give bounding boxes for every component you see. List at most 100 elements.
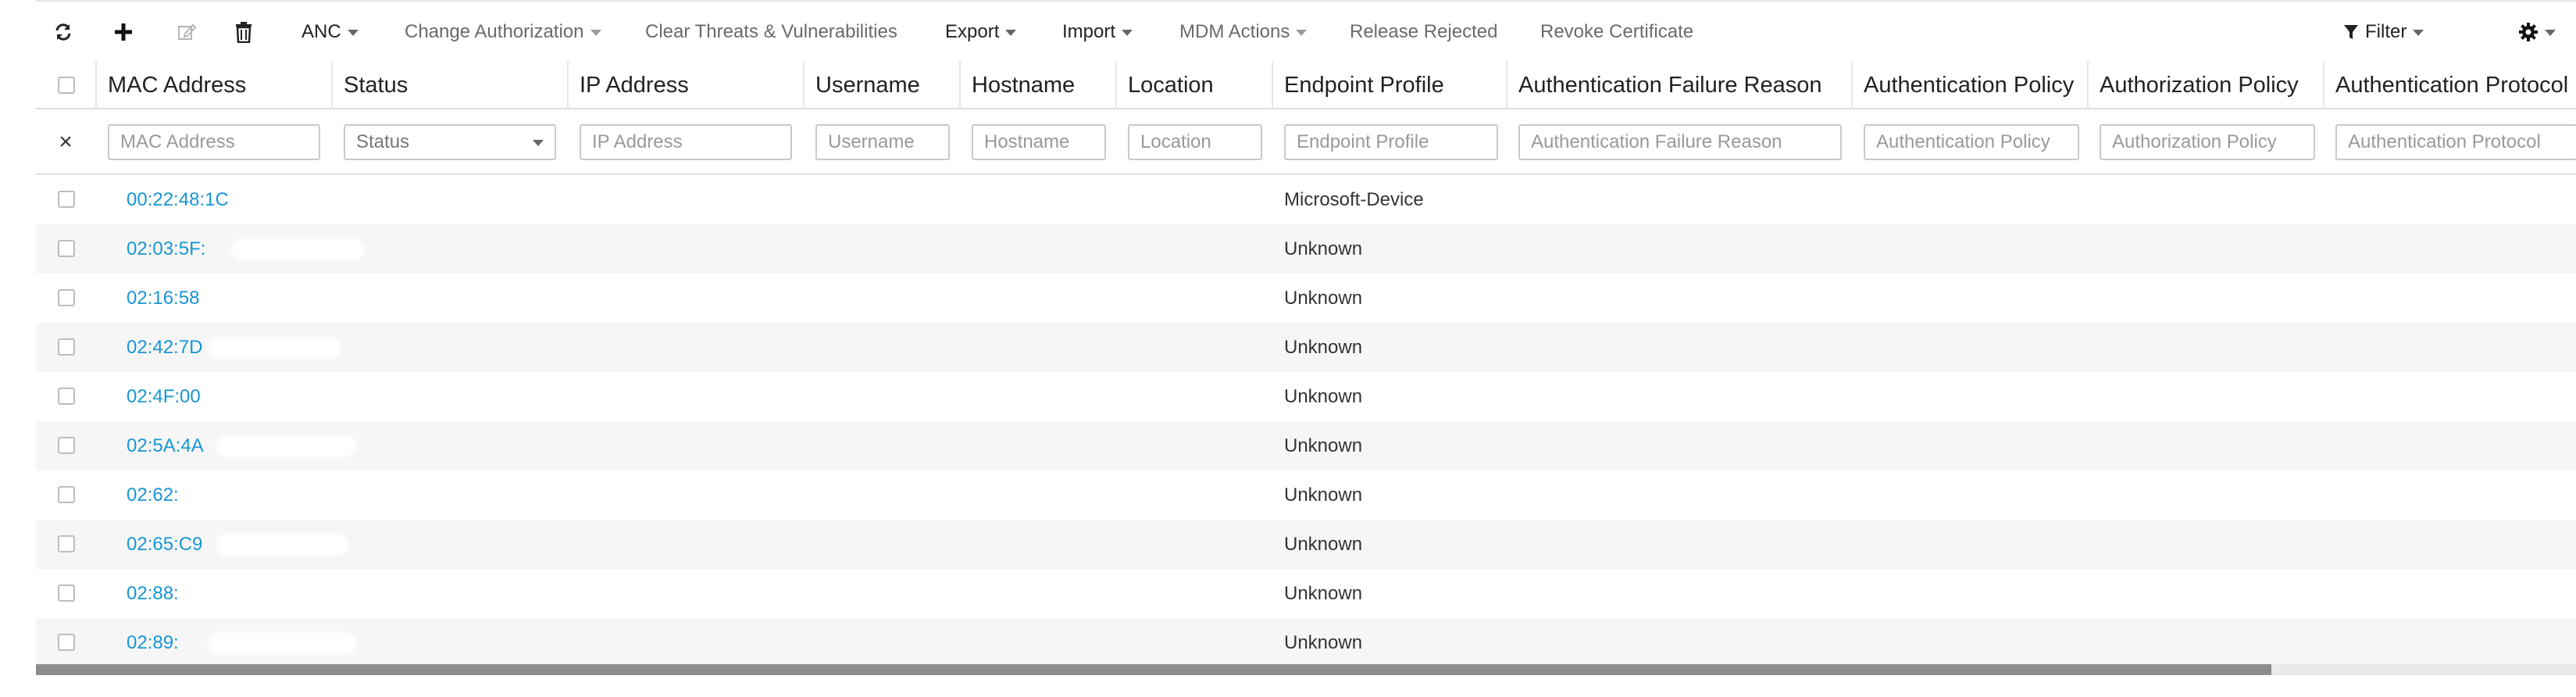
table-header-row: MAC Address Status IP Address Username H…	[36, 61, 2576, 109]
row-checkbox[interactable]	[58, 486, 75, 503]
row-checkbox[interactable]	[58, 240, 75, 257]
export-menu[interactable]: Export	[945, 6, 1017, 58]
table-row[interactable]: 02:5A:4A Unknown	[36, 421, 2576, 470]
mac-address-link[interactable]: 02:62:	[127, 470, 179, 520]
row-checkbox[interactable]	[58, 437, 75, 454]
table-row[interactable]: 02:88: Unknown	[36, 569, 2576, 618]
column-header-label: Endpoint Profile	[1284, 72, 1444, 98]
endpoint-profile-cell: Unknown	[1284, 631, 1363, 653]
filter-menu[interactable]: Filter	[2343, 6, 2424, 58]
status-filter-select[interactable]: Status	[344, 124, 556, 160]
row-checkbox[interactable]	[58, 535, 75, 552]
select-all-checkbox[interactable]	[58, 77, 75, 94]
row-checkbox[interactable]	[58, 584, 75, 602]
chevron-down-icon	[347, 30, 359, 36]
column-header-authentication-protocol[interactable]: Authentication Protocol	[2324, 61, 2576, 109]
horizontal-scrollbar[interactable]	[36, 664, 2576, 675]
location-filter-input[interactable]	[1128, 124, 1262, 160]
mdm-actions-label: MDM Actions	[1179, 21, 1290, 42]
mac-address-link[interactable]: 02:5A:4A	[127, 421, 204, 470]
column-header-label: Username	[815, 72, 920, 98]
table-row[interactable]: 02:62: Unknown	[36, 470, 2576, 520]
mac-address-link[interactable]: 02:88:	[127, 569, 179, 618]
add-button[interactable]	[114, 6, 133, 58]
endpoint-profile-cell: Unknown	[1284, 533, 1363, 555]
endpoint-profile-cell: Unknown	[1284, 287, 1363, 309]
table-row[interactable]: 00:22:48:1C Microsoft-Device	[36, 175, 2576, 224]
table-row[interactable]: 02:4F:00 Unknown	[36, 372, 2576, 421]
anc-menu[interactable]: ANC	[301, 6, 359, 58]
delete-button[interactable]	[234, 6, 253, 58]
table-row[interactable]: 02:42:7D Unknown	[36, 323, 2576, 372]
clear-threats-label: Clear Threats & Vulnerabilities	[645, 21, 897, 42]
revoke-certificate-button[interactable]: Revoke Certificate	[1540, 6, 1693, 58]
refresh-button[interactable]	[53, 6, 73, 58]
endpoint-profile-filter-input[interactable]	[1284, 124, 1498, 160]
mac-address-link[interactable]: 02:16:58	[127, 273, 199, 323]
mac-address-filter-input[interactable]	[108, 124, 320, 160]
redaction-mask	[208, 632, 356, 654]
mdm-actions-menu[interactable]: MDM Actions	[1179, 6, 1308, 58]
settings-menu[interactable]	[2518, 6, 2556, 58]
revoke-certificate-label: Revoke Certificate	[1540, 21, 1694, 42]
endpoint-profile-cell: Microsoft-Device	[1284, 188, 1424, 210]
mac-address-link[interactable]: 02:42:7D	[127, 323, 202, 372]
release-rejected-button[interactable]: Release Rejected	[1350, 6, 1497, 58]
column-header-location[interactable]: Location	[1117, 61, 1273, 109]
mac-address-link[interactable]: 00:22:48:1C	[127, 175, 229, 224]
mac-address-link[interactable]: 02:65:C9	[127, 520, 202, 569]
toolbar: ANC Change Authorization Clear Threats &…	[36, 6, 2576, 58]
table-row[interactable]: 02:65:C9 Unknown	[36, 520, 2576, 569]
change-authorization-label: Change Authorization	[405, 21, 584, 42]
column-header-ip[interactable]: IP Address	[569, 61, 805, 109]
row-checkbox[interactable]	[58, 388, 75, 405]
clear-filters-icon[interactable]: ×	[36, 109, 95, 175]
chevron-down-icon	[1296, 30, 1308, 36]
authentication-policy-filter-input[interactable]	[1864, 124, 2079, 160]
username-filter-input[interactable]	[815, 124, 950, 160]
column-header-label: Authentication Policy	[1864, 72, 2075, 98]
table-row[interactable]: 02:16:58 Unknown	[36, 273, 2576, 323]
row-checkbox[interactable]	[58, 338, 75, 356]
filter-row: × Status	[36, 109, 2576, 175]
column-header-hostname[interactable]: Hostname	[961, 61, 1117, 109]
column-header-label: Status	[344, 72, 409, 98]
row-checkbox[interactable]	[58, 191, 75, 208]
scrollbar-thumb[interactable]	[36, 664, 2271, 675]
authentication-protocol-filter-input[interactable]	[2335, 124, 2576, 160]
mac-address-link[interactable]: 02:4F:00	[127, 372, 201, 421]
column-header-label: Hostname	[972, 72, 1076, 98]
column-header-endpoint-profile[interactable]: Endpoint Profile	[1273, 61, 1507, 109]
mac-address-link[interactable]: 02:89:	[127, 618, 179, 667]
chevron-down-icon	[2413, 30, 2424, 36]
redaction-mask	[208, 337, 341, 359]
import-menu[interactable]: Import	[1062, 6, 1133, 58]
row-checkbox[interactable]	[58, 634, 75, 651]
column-header-authorization-policy[interactable]: Authorization Policy	[2089, 61, 2324, 109]
change-authorization-menu[interactable]: Change Authorization	[405, 6, 601, 58]
endpoint-profile-cell: Unknown	[1284, 434, 1363, 456]
auth-failure-reason-filter-input[interactable]	[1518, 124, 1842, 160]
mac-address-link[interactable]: 02:03:5F:	[127, 224, 205, 273]
column-header-auth-failure-reason[interactable]: Authentication Failure Reason	[1507, 61, 1853, 109]
chevron-down-icon	[533, 140, 544, 146]
column-header-label: Authorization Policy	[2100, 72, 2299, 98]
column-header-status[interactable]: Status	[333, 61, 569, 109]
column-header-label: Authentication Protocol	[2335, 72, 2569, 98]
endpoint-profile-cell: Unknown	[1284, 336, 1363, 358]
column-header-label: Authentication Failure Reason	[1518, 72, 1822, 98]
column-header-username[interactable]: Username	[805, 61, 961, 109]
row-checkbox[interactable]	[58, 289, 75, 306]
column-header-label: IP Address	[580, 72, 689, 98]
endpoint-profile-cell: Unknown	[1284, 385, 1363, 407]
column-header-authentication-policy[interactable]: Authentication Policy	[1853, 61, 2089, 109]
table-row[interactable]: 02:89: Unknown	[36, 618, 2576, 667]
ip-address-filter-input[interactable]	[580, 124, 792, 160]
authorization-policy-filter-input[interactable]	[2100, 124, 2315, 160]
clear-threats-button[interactable]: Clear Threats & Vulnerabilities	[645, 6, 897, 58]
column-header-mac[interactable]: MAC Address	[97, 61, 333, 109]
table-row[interactable]: 02:03:5F: Unknown	[36, 224, 2576, 273]
hostname-filter-input[interactable]	[972, 124, 1106, 160]
edit-button[interactable]	[177, 6, 197, 58]
endpoint-profile-cell: Unknown	[1284, 238, 1363, 259]
